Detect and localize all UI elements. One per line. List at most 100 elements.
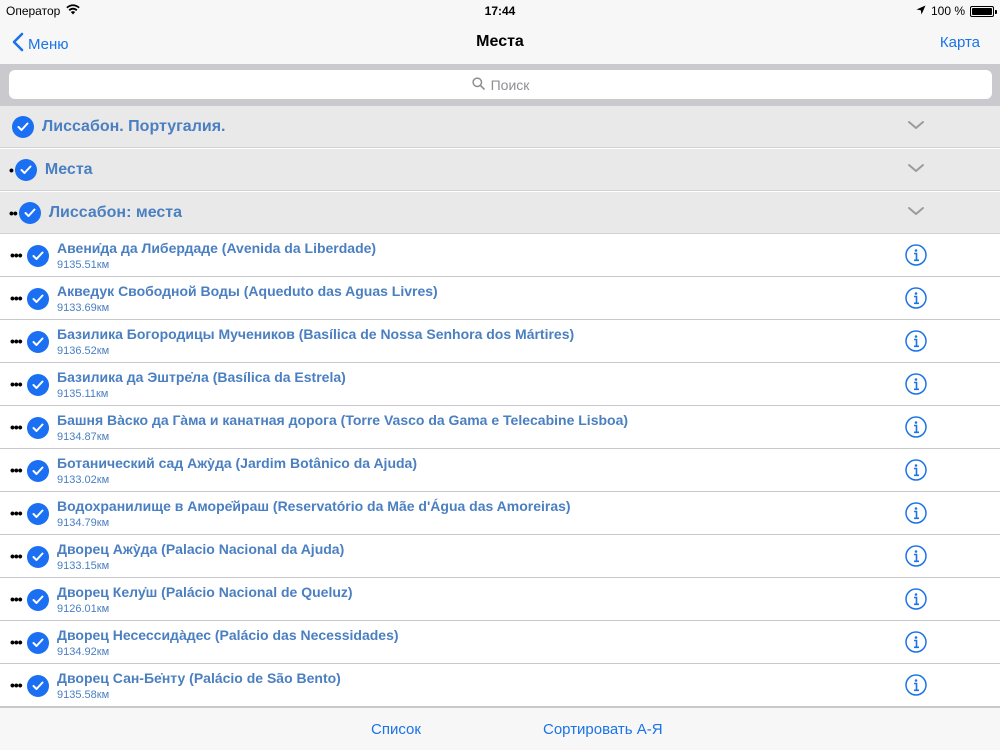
place-distance: 9135.51км — [57, 259, 110, 271]
carrier-label: Оператор — [6, 4, 61, 18]
section-title: Места — [44, 160, 93, 178]
indent-dots: ••• — [10, 376, 23, 392]
place-distance: 9133.02км — [57, 474, 110, 486]
section-title: Лиссабон: места — [48, 203, 183, 221]
place-name: Базилика да Эштре̇ла (Basílica da Estrel… — [57, 369, 346, 385]
place-name: Дворец Несессида̀дес (Palácio das Necess… — [57, 627, 399, 643]
info-circle-icon[interactable] — [905, 674, 927, 701]
list-item[interactable]: ••• Ботанический сад Ажу̀да (Jardim Botâ… — [0, 449, 1000, 492]
info-circle-icon[interactable] — [905, 244, 927, 271]
place-distance: 9135.11км — [57, 388, 109, 400]
list-item[interactable]: ••• Авени̇да да Либердаде (Avenida da Li… — [0, 234, 1000, 277]
place-name: Дворец Ажу̀да (Palacio Nacional da Ajuda… — [57, 541, 345, 557]
indent-dots: ••• — [10, 591, 23, 607]
section-header-lisbon-places[interactable]: •• Лиссабон: места — [0, 192, 1000, 234]
checkmark-circle-icon[interactable] — [27, 331, 49, 353]
list-button[interactable]: Список — [371, 721, 421, 738]
checkmark-circle-icon[interactable] — [27, 417, 49, 439]
bottom-toolbar: Список Сортировать А-Я — [0, 707, 1000, 750]
indent-dots: ••• — [10, 247, 23, 263]
indent-dots: ••• — [10, 419, 23, 435]
wifi-icon — [66, 4, 81, 18]
list-item[interactable]: ••• Дворец Сан-Бе̇нту (Palácio de São Be… — [0, 664, 1000, 707]
indent-dots: ••• — [10, 462, 23, 478]
place-name: Авени̇да да Либердаде (Avenida da Liberd… — [57, 240, 377, 256]
indent-dots: ••• — [10, 290, 23, 306]
search-bar: Поиск — [0, 64, 1000, 106]
section-header-lisbon-portugal[interactable]: Лиссабон. Португалия. — [0, 106, 1000, 148]
checkmark-circle-icon[interactable] — [27, 460, 49, 482]
list-item[interactable]: ••• Базилика да Эштре̇ла (Basílica da Es… — [0, 363, 1000, 406]
search-icon — [471, 76, 485, 93]
info-circle-icon[interactable] — [905, 416, 927, 443]
place-distance: 9136.52км — [57, 345, 110, 357]
info-circle-icon[interactable] — [905, 373, 927, 400]
place-distance: 9133.15км — [57, 560, 110, 572]
place-name: Дворец Келу̇ш (Palácio Nacional de Quelu… — [57, 584, 353, 600]
chevron-left-icon — [12, 32, 24, 56]
list-item[interactable]: ••• Водохранилище в Аморе̇йраш (Reservat… — [0, 492, 1000, 535]
status-right: 100 % — [916, 4, 997, 18]
info-circle-icon[interactable] — [905, 545, 927, 572]
checkmark-circle-icon[interactable] — [12, 115, 34, 138]
place-name: Дворец Сан-Бе̇нту (Palácio de São Bento) — [57, 670, 341, 686]
place-distance: 9134.79км — [57, 517, 110, 529]
checkmark-circle-icon[interactable] — [27, 245, 49, 267]
list-item[interactable]: ••• Акведук Свободной Воды (Aqueduto das… — [0, 277, 1000, 320]
places-list: ••• Авени̇да да Либердаде (Avenida da Li… — [0, 234, 1000, 707]
info-circle-icon[interactable] — [905, 330, 927, 357]
checkmark-circle-icon[interactable] — [18, 201, 41, 224]
info-circle-icon[interactable] — [905, 588, 927, 615]
status-time: 17:44 — [484, 4, 516, 18]
list-item[interactable]: ••• Дворец Келу̇ш (Palácio Nacional de Q… — [0, 578, 1000, 621]
place-distance: 9133.69км — [57, 302, 110, 314]
checkmark-circle-icon[interactable] — [27, 288, 49, 310]
checkmark-circle-icon[interactable] — [27, 546, 49, 568]
search-placeholder: Поиск — [490, 76, 530, 93]
indent-dots: •• — [9, 204, 18, 221]
list-item[interactable]: ••• Дворец Ажу̀да (Palacio Nacional da A… — [0, 535, 1000, 578]
place-name: Ботанический сад Ажу̀да (Jardim Botânico… — [57, 455, 418, 471]
app-window: Оператор 17:44 100 % Меню Места Карта По… — [0, 0, 1000, 750]
search-input[interactable]: Поиск — [9, 70, 992, 99]
place-distance: 9126.01км — [57, 603, 110, 615]
indent-dots: ••• — [10, 634, 23, 650]
info-circle-icon[interactable] — [905, 631, 927, 658]
chevron-down-icon[interactable] — [906, 161, 926, 179]
checkmark-circle-icon[interactable] — [27, 503, 49, 525]
checkmark-circle-icon[interactable] — [27, 675, 49, 697]
location-arrow-icon — [916, 4, 926, 18]
place-distance: 9135.58км — [57, 689, 110, 701]
checkmark-circle-icon[interactable] — [14, 158, 37, 181]
indent-dots: ••• — [10, 505, 23, 521]
section-header-places[interactable]: • Места — [0, 149, 1000, 191]
info-circle-icon[interactable] — [905, 502, 927, 529]
status-bar: Оператор 17:44 100 % — [0, 0, 1000, 22]
status-left: Оператор — [6, 4, 81, 18]
list-item[interactable]: ••• Дворец Несессида̀дес (Palácio das Ne… — [0, 621, 1000, 664]
info-circle-icon[interactable] — [905, 459, 927, 486]
back-button-label: Меню — [28, 35, 69, 53]
sort-button[interactable]: Сортировать А-Я — [543, 721, 663, 738]
place-distance: 9134.87км — [57, 431, 110, 443]
list-item[interactable]: ••• Башня Ва̀ско да Га̀ма и канатная дор… — [0, 406, 1000, 449]
indent-dots: • — [9, 161, 14, 178]
map-button[interactable]: Карта — [940, 34, 980, 51]
indent-dots: ••• — [10, 333, 23, 349]
navigation-bar: Меню Места Карта — [0, 22, 1000, 64]
indent-dots: ••• — [10, 677, 23, 693]
info-circle-icon[interactable] — [905, 287, 927, 314]
indent-dots: ••• — [10, 548, 23, 564]
place-name: Базилика Богородицы Мучеников (Basílica … — [57, 326, 575, 342]
battery-icon — [970, 5, 997, 17]
checkmark-circle-icon[interactable] — [27, 632, 49, 654]
place-name: Водохранилище в Аморе̇йраш (Reservatório… — [57, 498, 571, 514]
list-item[interactable]: ••• Базилика Богородицы Мучеников (Basíl… — [0, 320, 1000, 363]
checkmark-circle-icon[interactable] — [27, 589, 49, 611]
place-name: Акведук Свободной Воды (Aqueduto das Agu… — [57, 283, 438, 299]
chevron-down-icon[interactable] — [906, 204, 926, 222]
chevron-down-icon[interactable] — [906, 118, 926, 136]
back-button[interactable]: Меню — [12, 32, 69, 56]
place-name: Башня Ва̀ско да Га̀ма и канатная дорога … — [57, 412, 629, 428]
checkmark-circle-icon[interactable] — [27, 374, 49, 396]
